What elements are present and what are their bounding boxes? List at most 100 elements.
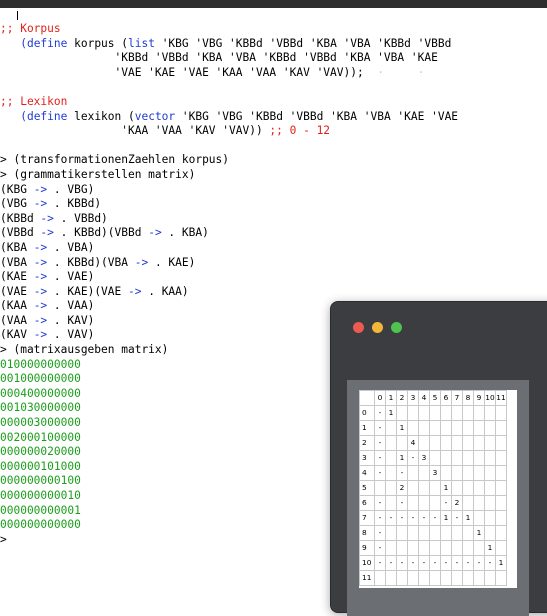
matrix-cell (385, 465, 397, 481)
editor-line: 'KAA 'VAA 'KAV 'VAV)) ;; 0 - 12 (0, 124, 547, 139)
matrix-cell (484, 405, 496, 421)
matrix-cell: - (396, 510, 408, 526)
editor-line: (VBG -> . KBBd) (0, 197, 547, 212)
column-header: 3 (407, 390, 419, 406)
matrix-cell: 1 (385, 405, 397, 421)
code-token: . VAA) (47, 299, 95, 313)
matrix-cell: 1 (484, 540, 496, 556)
code-token: 000400000000 (0, 386, 81, 400)
code-token: define (26, 109, 68, 123)
editor-line: (VBA -> . KBBd)(VBA -> . KAE) (0, 256, 547, 271)
code-token: -> (33, 255, 48, 269)
column-header: 5 (429, 390, 441, 406)
zoom-button[interactable] (391, 322, 402, 333)
row-header: 4 (359, 465, 375, 481)
code-token: 'KBG 'VBG 'KBBd 'VBBd 'KBA 'VBA 'KAE 'VA… (175, 109, 459, 123)
text-cursor (17, 11, 18, 20)
editor-line: (define lexikon (vector 'KBG 'VBG 'KBBd … (0, 110, 547, 125)
code-token: 000000020000 (0, 445, 81, 459)
code-token: . VBG) (47, 182, 95, 196)
matrix-cell: - (451, 555, 463, 571)
matrix-cell: - (385, 510, 397, 526)
matrix-cell (429, 480, 441, 496)
code-token: ( (0, 36, 27, 50)
code-token: 'VAE 'KAE 'VAE 'KAA 'VAA 'KAV 'VAV)); (0, 65, 364, 79)
matrix-cell: - (418, 555, 430, 571)
matrix-cell: - (374, 540, 386, 556)
matrix-cell (484, 450, 496, 466)
code-token: 001000000000 (0, 372, 81, 386)
matrix-window[interactable]: 0 1 2 3 4 5 6 7 8 9 10 11 0-1 1-1 2-4 3-1-3 4- -3 5 2 1 6- - -2… (330, 301, 547, 616)
matrix-cell: - (407, 510, 419, 526)
code-token: (KAV (0, 328, 34, 342)
column-header: 0 (374, 390, 386, 406)
matrix-cell: 2 (396, 480, 408, 496)
matrix-cell: - (374, 525, 386, 541)
column-header (359, 390, 375, 406)
code-token: -> (148, 226, 162, 240)
code-token: . KAV) (47, 313, 95, 327)
editor-line: (KBBd -> . VBBd) (0, 212, 547, 227)
code-token: . KAE)(VAE (47, 284, 128, 298)
column-header: 8 (462, 390, 474, 406)
editor-line: (KBG -> . VBG) (0, 183, 547, 198)
code-token: 000000000010 (0, 489, 81, 502)
matrix-cell (407, 405, 419, 421)
matrix-cell (484, 570, 496, 586)
matrix-cell (473, 540, 485, 556)
matrix-cell: - (440, 555, 452, 571)
code-token: ( (0, 109, 27, 123)
code-token: -> (134, 255, 149, 269)
column-header: 10 (484, 390, 496, 406)
code-token: 'KAA 'VAA 'KAV 'VAV)) (0, 124, 270, 138)
matrix-cell (473, 495, 485, 511)
matrix-cell (396, 435, 408, 451)
row-header: 8 (359, 525, 375, 541)
matrix-cell (462, 450, 474, 466)
code-token: 002000100000 (0, 430, 81, 444)
code-token: . KBBd)(VBBd (53, 226, 149, 240)
matrix-cell (451, 405, 463, 421)
matrix-cell (385, 540, 397, 556)
code-token: > (transformationenZaehlen korpus) (0, 153, 230, 167)
editor-line: (KBA -> . VBA) (0, 241, 547, 256)
close-button[interactable] (353, 322, 364, 333)
code-token: ;; Lexikon (0, 94, 68, 108)
editor-line: > (transformationenZaehlen korpus) (0, 153, 547, 168)
row-header: 1 (359, 420, 375, 436)
editor-line: > (grammatikerstellen matrix) (0, 168, 547, 183)
matrix-cell (385, 450, 397, 466)
matrix-cell: 3 (418, 450, 430, 466)
matrix-cell: 1 (396, 420, 408, 436)
matrix-cell (396, 540, 408, 556)
code-token: define (26, 36, 68, 50)
matrix-cell (440, 540, 452, 556)
matrix-cell (385, 570, 397, 586)
matrix-cell (418, 525, 430, 541)
matrix-cell (429, 525, 441, 541)
matrix-cell (396, 570, 408, 586)
matrix-cell (385, 525, 397, 541)
canvas-area: 0 1 2 3 4 5 6 7 8 9 10 11 0-1 1-1 2-4 3-1-3 4- -3 5 2 1 6- - -2… (347, 380, 529, 616)
matrix-cell (495, 540, 507, 556)
matrix-cell: - (374, 405, 386, 421)
matrix-cell (473, 420, 485, 436)
code-token: -> (33, 182, 48, 196)
code-token: -> (33, 240, 48, 254)
matrix-cell (495, 405, 507, 421)
code-token: . VBBd) (53, 211, 108, 225)
code-token: . KBBd)(VBA (47, 255, 135, 269)
column-header: 1 (385, 390, 397, 406)
code-token: (KAE (0, 270, 34, 284)
matrix-cell (407, 540, 419, 556)
minimize-button[interactable] (372, 322, 383, 333)
matrix-cell: - (396, 465, 408, 481)
window-titlebar[interactable] (331, 302, 547, 350)
matrix-cell (407, 465, 419, 481)
matrix-cell (429, 450, 441, 466)
code-token: . KBBd) (47, 197, 102, 211)
matrix-cell: 1 (495, 555, 507, 571)
matrix-cell (495, 495, 507, 511)
matrix-cell (451, 540, 463, 556)
matrix-cell (440, 465, 452, 481)
